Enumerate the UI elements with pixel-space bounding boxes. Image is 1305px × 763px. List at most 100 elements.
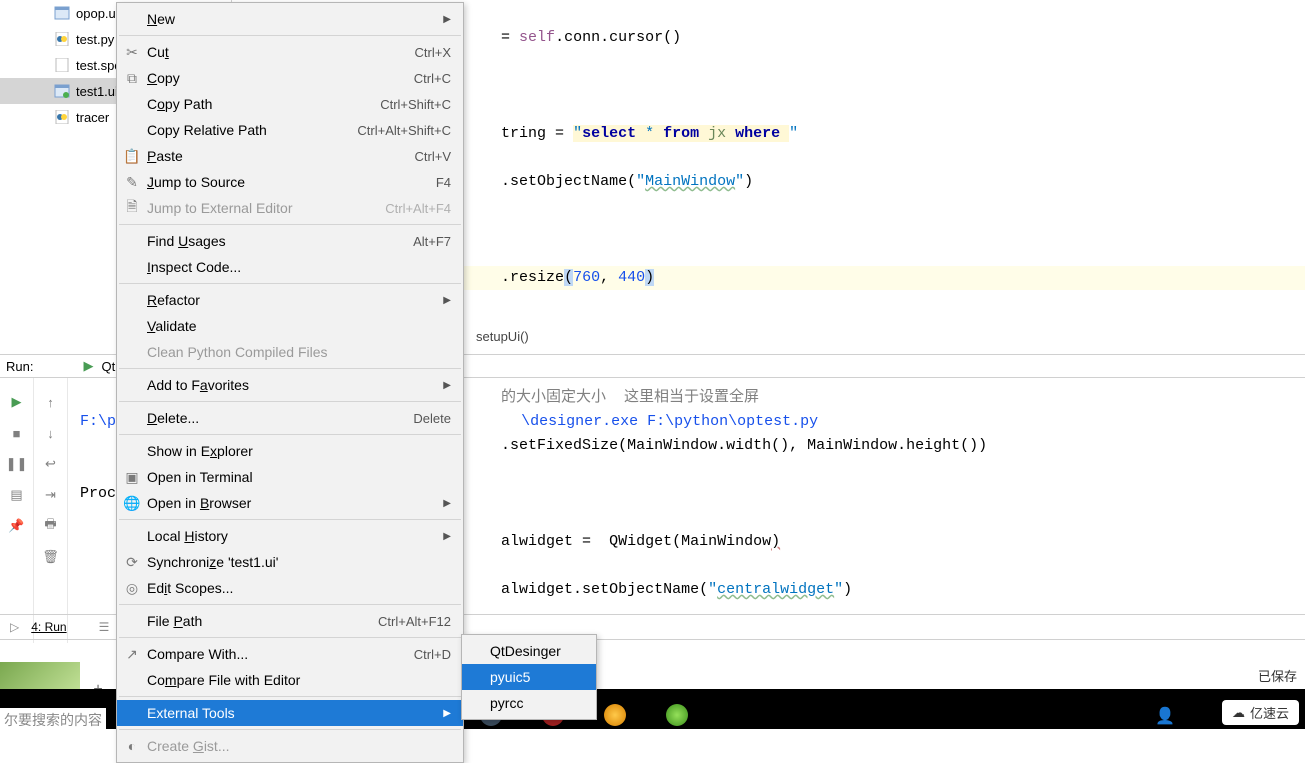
menu-item[interactable]: File PathCtrl+Alt+F12 [117,608,463,634]
code-text: .setObjectName( [501,173,636,190]
run-play-icon: ▶ [83,358,93,374]
breadcrumb[interactable]: setupUi() [466,324,529,348]
menu-item[interactable]: ⟳Synchronize 'test1.ui' [117,549,463,575]
tree-label: test.py [76,32,114,47]
code-kw: where [735,125,780,142]
structure-icon[interactable]: ☰ [99,620,110,634]
pencil-icon: ✎ [123,173,141,191]
globe-icon: 🌐 [123,494,141,512]
pin-icon[interactable]: 📌 [9,518,25,534]
run-tool-window-btn[interactable]: 4: Run [25,618,72,636]
menu-item[interactable]: ↗Compare With...Ctrl+D [117,641,463,667]
menu-item[interactable]: Copy Relative PathCtrl+Alt+Shift+C [117,117,463,143]
submenu-item[interactable]: pyrcc [462,690,596,716]
code-text: ) [843,581,852,598]
app-icon-3[interactable] [604,704,626,726]
run-label: Run: [6,359,33,374]
run-btn-label: 4: Run [31,620,66,634]
run-tool-window-play-icon: ▷ [10,620,19,634]
cloud-icon: ☁ [1232,705,1245,721]
layout-icon[interactable]: ▤ [9,487,25,503]
menu-item: ◐Create Gist... [117,733,463,759]
code-kw: select [582,125,636,142]
run-gutter-left: ▶ ■ ❚❚ ▤ 📌 [0,378,34,643]
python-file-icon [54,110,70,124]
scroll-icon[interactable]: ⇥ [43,487,59,503]
menu-item[interactable]: Compare File with Editor [117,667,463,693]
compare-icon: ↗ [123,645,141,663]
breadcrumb-item: setupUi() [476,329,529,344]
pause-icon[interactable]: ❚❚ [9,456,25,472]
submenu-item[interactable]: QtDesinger [462,638,596,664]
menu-item[interactable]: Refactor▶ [117,287,463,313]
external-tools-submenu: QtDesingerpyuic5pyrcc [461,634,597,720]
code-text [780,125,789,142]
menu-item[interactable]: Find UsagesAlt+F7 [117,228,463,254]
run-gutter-right: ↑ ↓ ↩ ⇥ 🖶 🗑 [34,378,68,643]
code-num: 760 [573,269,600,286]
wrap-icon[interactable]: ↩ [43,456,59,472]
code-paren: ( [564,269,573,286]
code-quote: " [636,173,645,190]
doc-icon: 🗎 [123,199,141,217]
code-quote: " [789,125,798,142]
menu-item[interactable]: 📋PasteCtrl+V [117,143,463,169]
code-self: self [519,29,555,46]
menu-item[interactable]: ◎Edit Scopes... [117,575,463,601]
menu-item[interactable]: ▣Open in Terminal [117,464,463,490]
code-text: alwidget.setObjectName( [501,581,708,598]
code-text: tring = [501,125,573,142]
menu-item[interactable]: ✂CutCtrl+X [117,39,463,65]
menu-item[interactable]: Delete...Delete [117,405,463,431]
code-kw: from [663,125,699,142]
output-line: \designer.exe F:\python\optest.py [521,413,818,430]
paste-icon: 📋 [123,147,141,165]
menu-item[interactable]: Local History▶ [117,523,463,549]
stop-icon[interactable]: ■ [9,425,25,441]
copy-icon: ⧉ [123,69,141,87]
submenu-item[interactable]: pyuic5 [462,664,596,690]
watermark-text: 亿速云 [1250,703,1289,722]
code-str: centralwidget [717,581,834,598]
github-icon: ◐ [123,737,141,755]
ui-file-icon [54,6,70,20]
sync-icon: ⟳ [123,553,141,571]
up-icon[interactable]: ↑ [43,394,59,410]
tree-label: tracer [76,110,109,125]
code-text: * [636,125,663,142]
code-text: ) [744,173,753,190]
menu-item[interactable]: Show in Explorer [117,438,463,464]
menu-item: 🗎Jump to External EditorCtrl+Alt+F4 [117,195,463,221]
save-status: 已保存 [1256,662,1299,689]
print-icon[interactable]: 🖶 [43,518,59,534]
menu-item[interactable]: Inspect Code... [117,254,463,280]
code-str: MainWindow [645,173,735,190]
output-line: Proc [80,485,116,502]
rerun-icon[interactable]: ▶ [9,394,25,410]
code-paren: ) [771,533,780,550]
menu-item[interactable]: ⧉CopyCtrl+C [117,65,463,91]
code-text: alwidget = QWidget(MainWindow [501,533,771,550]
code-text: , [600,269,618,286]
output-line: F:\p [80,413,116,430]
menu-item[interactable]: 🌐Open in Browser▶ [117,490,463,516]
menu-item[interactable]: Add to Favorites▶ [117,372,463,398]
trash-icon[interactable]: 🗑 [43,549,59,565]
menu-item[interactable]: Validate [117,313,463,339]
taskbar-search-hint[interactable]: 尔要搜索的内容 [0,708,106,732]
menu-item[interactable]: New▶ [117,6,463,32]
menu-item[interactable]: External Tools▶ [117,700,463,726]
app-icon-4[interactable] [666,704,688,726]
code-text: .resize [501,269,564,286]
cut-icon: ✂ [123,43,141,61]
tree-label: opop.ui [76,6,119,21]
menu-item[interactable]: Copy PathCtrl+Shift+C [117,91,463,117]
file-icon [54,58,70,72]
menu-item[interactable]: ✎Jump to SourceF4 [117,169,463,195]
code-paren: ) [645,269,654,286]
context-menu: New▶ ✂CutCtrl+X⧉CopyCtrl+CCopy PathCtrl+S… [116,2,464,763]
watermark-logo: ☁ 亿速云 [1222,700,1299,725]
down-icon[interactable]: ↓ [43,425,59,441]
tray-user-icon[interactable]: 👤 [1155,706,1175,726]
target-icon: ◎ [123,579,141,597]
